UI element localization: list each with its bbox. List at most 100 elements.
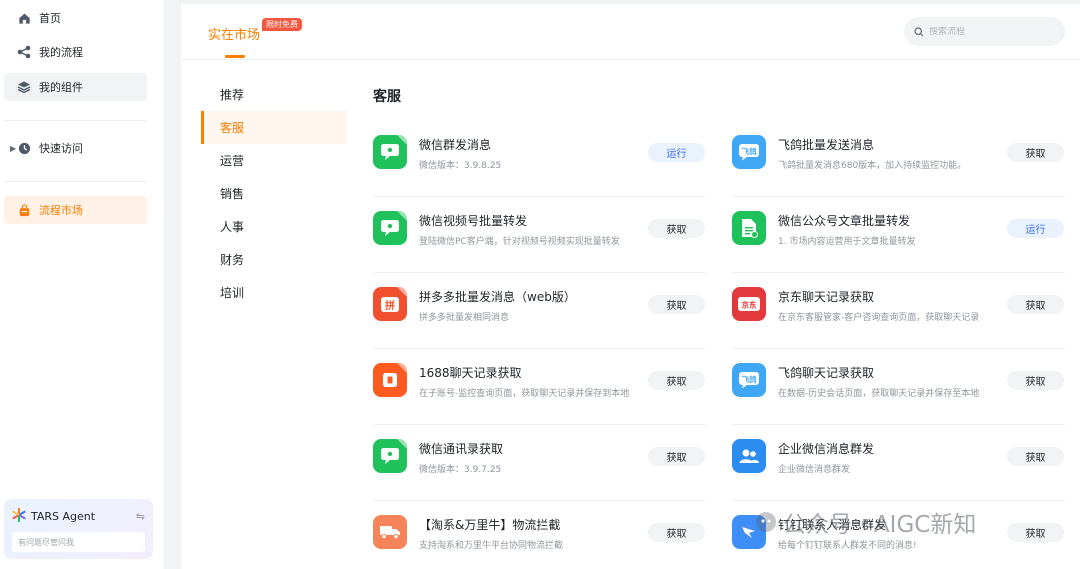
get-button[interactable]: 获取 (648, 219, 705, 238)
flow-title: 飞鸽批量发送消息 (778, 138, 875, 152)
flow-card[interactable]: 拼 拼多多批量发消息（web版） 拼多多批量发相同消息 获取 (373, 274, 706, 349)
flow-icon (17, 45, 31, 59)
agent-chat-input[interactable]: 有问题尽管问我 (12, 532, 145, 552)
wechat-icon (373, 439, 407, 473)
agent-card: TARS Agent ⇋ 有问题尽管问我 (4, 499, 153, 559)
get-button[interactable]: 获取 (1007, 523, 1064, 542)
flow-desc: 给每个钉钉联系人群发不同的消息! (778, 541, 917, 551)
layers-icon (17, 80, 31, 94)
flow-title: 微信公众号文章批量转发 (778, 214, 911, 228)
flow-title: 微信通讯录获取 (419, 442, 504, 456)
category-sales[interactable]: 销售 (201, 177, 347, 210)
sidebar-item-label: 快速访问 (39, 142, 83, 155)
get-button[interactable]: 获取 (1007, 143, 1064, 162)
document-icon (732, 211, 766, 245)
section-title: 客服 (373, 89, 401, 105)
flow-card[interactable]: 飞鸽 飞鸽批量发送消息 飞鸽批量发消息680版本，加入持续监控功能。 获取 (732, 122, 1065, 197)
search-box[interactable] (904, 17, 1065, 46)
flow-card[interactable]: 【淘系&万里牛】物流拦截 支持淘系和万里牛平台协同物流拦截 获取 (373, 502, 706, 569)
truck-icon (373, 515, 407, 549)
tars-logo-icon (12, 507, 26, 525)
wechat-logo-icon (755, 511, 777, 533)
flow-title: 微信视频号批量转发 (419, 214, 528, 228)
flow-card[interactable]: 微信视频号批量转发 登陆微信PC客户端，针对视频号视频实现批量转发 获取 (373, 198, 706, 273)
watermark-text: 公众号 · AIGC新知 (783, 512, 977, 538)
tab-market[interactable]: 实在市场 (208, 24, 260, 43)
get-button[interactable]: 获取 (1007, 295, 1064, 314)
get-button[interactable]: 获取 (648, 371, 705, 390)
category-finance[interactable]: 财务 (201, 243, 347, 276)
get-button[interactable]: 获取 (648, 523, 705, 542)
limited-free-badge: 限时免费 (262, 18, 302, 31)
wechat-icon (373, 135, 407, 169)
sidebar-item-my-flows[interactable]: 我的流程 (4, 38, 147, 66)
bag-icon (17, 203, 31, 217)
flow-desc: 1. 市场内容运营用于文章批量转发 (778, 237, 916, 247)
sidebar-item-flow-market[interactable]: 流程市场 (4, 196, 147, 224)
category-training[interactable]: 培训 (201, 276, 347, 309)
run-button[interactable]: 运行 (648, 143, 705, 162)
caret-right-icon[interactable]: ▶ (10, 144, 16, 153)
get-button[interactable]: 获取 (1007, 371, 1064, 390)
flow-card[interactable]: 飞鸽 飞鸽聊天记录获取 在数据-历史会话页面，获取聊天记录并保存至本地 获取 (732, 350, 1065, 425)
flow-desc: 微信版本：3.9.7.25 (419, 465, 502, 475)
flow-title: 微信群发消息 (419, 138, 492, 152)
flow-desc: 支持淘系和万里牛平台协同物流拦截 (419, 541, 564, 551)
switch-icon[interactable]: ⇋ (136, 510, 145, 523)
flow-title: 企业微信消息群发 (778, 442, 875, 456)
get-button[interactable]: 获取 (1007, 447, 1064, 466)
search-input[interactable] (929, 26, 1059, 37)
flow-title: 【淘系&万里牛】物流拦截 (419, 518, 561, 532)
flow-card[interactable]: 京东 京东聊天记录获取 在京东客服管家-客户咨询查询页面，获取聊天记录 获取 (732, 274, 1065, 349)
flow-desc: 企业微信消息群发 (778, 465, 851, 475)
flow-title: 拼多多批量发消息（web版） (419, 290, 576, 304)
flow-desc: 微信版本：3.9.8.25 (419, 161, 502, 171)
get-button[interactable]: 获取 (648, 295, 705, 314)
feige-icon: 飞鸽 (732, 135, 766, 169)
sidebar-item-my-components[interactable]: 我的组件 (4, 73, 147, 101)
flow-desc: 在数据-历史会话页面，获取聊天记录并保存至本地 (778, 389, 980, 399)
flow-desc: 拼多多批量发相同消息 (419, 313, 510, 323)
flow-card[interactable]: 1688聊天记录获取 在子账号-监控查询页面，获取聊天记录并保存到本地 获取 (373, 350, 706, 425)
pinduoduo-icon: 拼 (373, 287, 407, 321)
flow-title: 京东聊天记录获取 (778, 290, 875, 304)
sidebar-divider (4, 181, 147, 182)
flow-card[interactable]: 微信群发消息 微信版本：3.9.8.25 运行 (373, 122, 706, 197)
sidebar: 首页 我的流程 我的组件 ▶ 快速访问 流程市场 TARS Agent ⇋ 有问… (0, 0, 165, 569)
category-recommend[interactable]: 推荐 (201, 78, 347, 111)
get-button[interactable]: 获取 (648, 447, 705, 466)
watermark: 公众号 · AIGC新知 (755, 505, 976, 539)
active-tab-indicator (225, 55, 245, 58)
agent-header: TARS Agent ⇋ (12, 507, 145, 525)
icon-text: 飞鸽 (742, 374, 757, 384)
flow-desc: 在子账号-监控查询页面，获取聊天记录并保存到本地 (419, 389, 630, 399)
flow-desc: 登陆微信PC客户端，针对视频号视频实现批量转发 (419, 237, 620, 247)
sidebar-item-label: 首页 (39, 12, 61, 25)
home-icon (17, 11, 31, 25)
icon-text: 飞鸽 (742, 146, 757, 156)
sidebar-item-label: 我的组件 (39, 81, 83, 94)
1688-icon (373, 363, 407, 397)
main-panel: 推荐 客服 运营 销售 人事 财务 培训 客服 微信群发消息 微信版本：3.9.… (181, 60, 1080, 569)
feige-icon: 飞鸽 (732, 363, 766, 397)
category-operations[interactable]: 运营 (201, 144, 347, 177)
flow-card[interactable]: 微信通讯录获取 微信版本：3.9.7.25 获取 (373, 426, 706, 501)
sidebar-item-home[interactable]: 首页 (4, 4, 147, 32)
sidebar-item-label: 我的流程 (39, 46, 83, 59)
sidebar-divider (4, 120, 147, 121)
flow-desc: 在京东客服管家-客户咨询查询页面，获取聊天记录 (778, 313, 980, 323)
sidebar-item-quick-access[interactable]: ▶ 快速访问 (4, 134, 147, 162)
wecom-icon (732, 439, 766, 473)
wechat-icon (373, 211, 407, 245)
flow-card[interactable]: 微信公众号文章批量转发 1. 市场内容运营用于文章批量转发 运行 (732, 198, 1065, 273)
run-button[interactable]: 运行 (1007, 219, 1064, 238)
icon-text: 京东 (742, 300, 757, 310)
jd-icon: 京东 (732, 287, 766, 321)
search-icon (914, 22, 924, 41)
icon-text: 拼 (385, 299, 395, 312)
clock-icon (17, 141, 31, 155)
category-customer-service[interactable]: 客服 (201, 111, 347, 144)
agent-name: TARS Agent (31, 509, 96, 523)
flow-card[interactable]: 企业微信消息群发 企业微信消息群发 获取 (732, 426, 1065, 501)
category-hr[interactable]: 人事 (201, 210, 347, 243)
